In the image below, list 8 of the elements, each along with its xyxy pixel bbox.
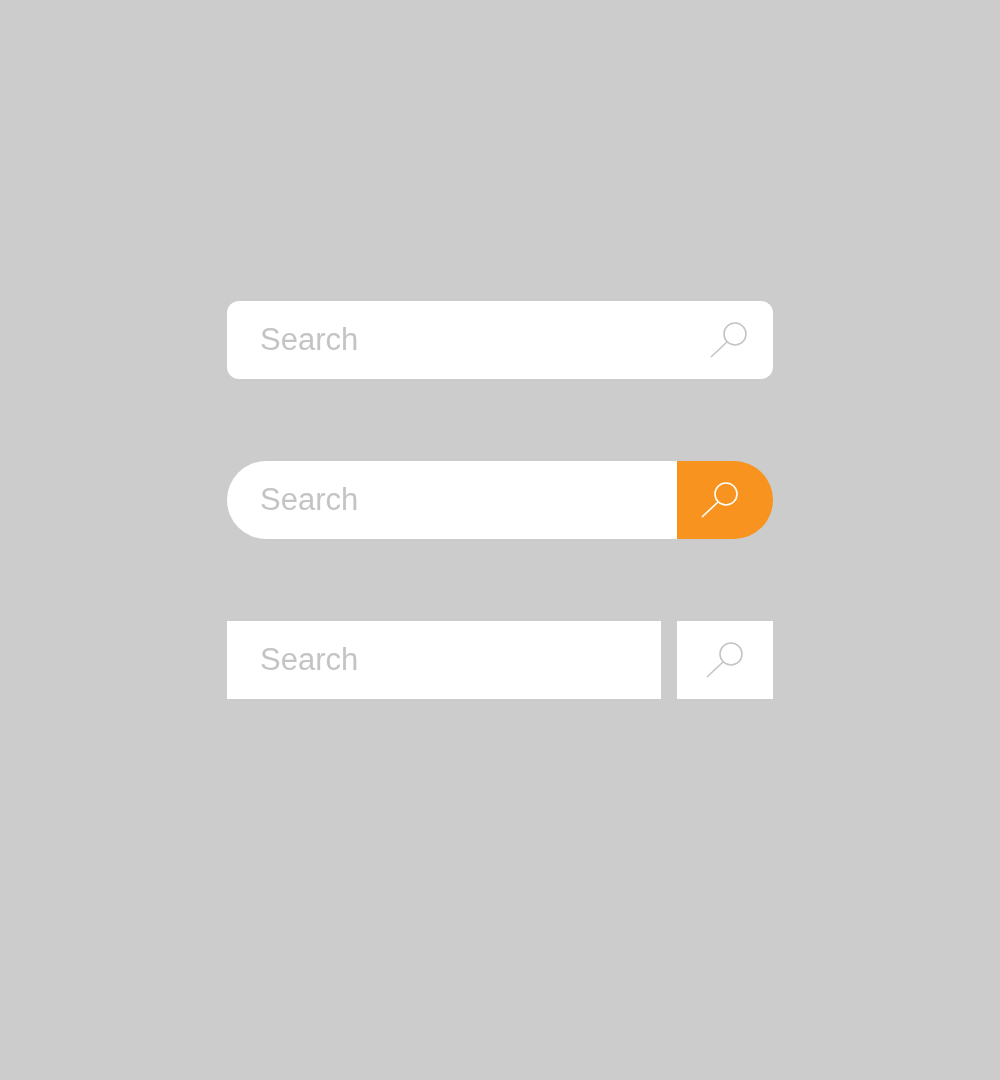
search-icon: [705, 641, 745, 679]
search-field[interactable]: Search: [227, 461, 677, 539]
search-field[interactable]: Search: [227, 301, 773, 379]
search-field[interactable]: Search: [227, 621, 661, 699]
search-icon: [709, 321, 749, 359]
search-button[interactable]: [677, 621, 773, 699]
search-button[interactable]: [677, 461, 773, 539]
search-icon: [700, 481, 740, 519]
